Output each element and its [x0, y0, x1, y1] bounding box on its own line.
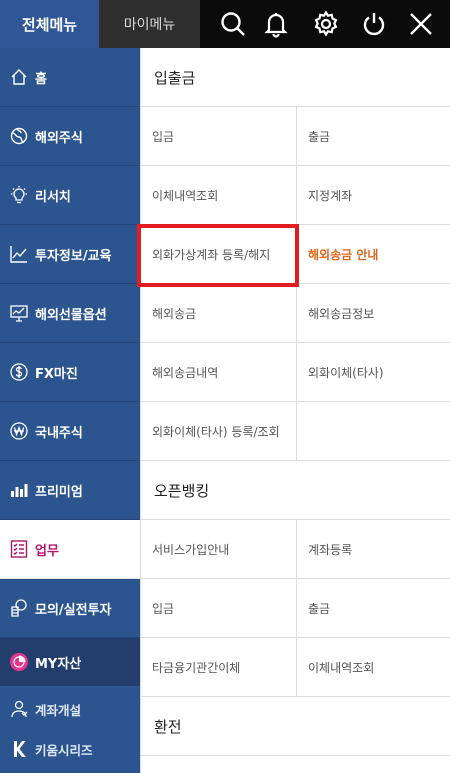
sidebar-item-home[interactable]: 홈: [0, 48, 140, 107]
menu-fx-transfer-other[interactable]: 외화이체(타사): [296, 343, 450, 402]
section-title-deposit-withdraw: 입출금: [141, 48, 450, 107]
monitor-chart-icon: [8, 302, 30, 324]
person-icon: [8, 698, 30, 720]
menu-ob-transfer-history[interactable]: 이체내역조회: [296, 638, 450, 697]
sidebar-item-mock-trading[interactable]: 모의/실전투자: [0, 579, 140, 638]
menu-fx-transfer-other-register[interactable]: 외화이체(타사) 등록/조회: [141, 402, 296, 461]
menu-overseas-remit-guide[interactable]: 해외송금 안내: [296, 225, 450, 284]
won-icon: [8, 420, 30, 442]
sidebar-item-premium[interactable]: 프리미엄: [0, 461, 140, 520]
top-bar: 전체메뉴 마이메뉴: [0, 0, 450, 48]
close-icon[interactable]: [403, 6, 439, 42]
sidebar-item-label: MY자산: [35, 656, 82, 672]
menu-fx-virtual-account[interactable]: 외화가상계좌 등록/해지: [141, 225, 296, 284]
section-title-exchange: 환전: [141, 697, 450, 756]
menu-transfer-history[interactable]: 이체내역조회: [141, 166, 296, 225]
menu-deposit[interactable]: 입금: [141, 107, 296, 166]
sidebar-item-my-assets[interactable]: MY자산: [0, 638, 140, 686]
sidebar: 홈 해외주식 리서치 투자정보/교육 해외선물옵션 FX마진 국내주식 프리미엄…: [0, 48, 140, 773]
sidebar-item-label: 업무: [35, 543, 59, 559]
menu-empty-cell: [296, 402, 450, 461]
menu-service-signup-guide[interactable]: 서비스가입안내: [141, 520, 296, 579]
menu-overseas-remit[interactable]: 해외송금: [141, 284, 296, 343]
bar-chart-icon: [8, 479, 30, 501]
sidebar-item-label: 해외선물옵션: [35, 307, 107, 323]
gear-icon[interactable]: [308, 6, 344, 42]
sidebar-item-label: FX마진: [35, 366, 78, 382]
tab-my-menu[interactable]: 마이메뉴: [99, 0, 200, 48]
pie-icon: [8, 651, 30, 673]
menu-overseas-remit-info[interactable]: 해외송금정보: [296, 284, 450, 343]
menu-designated-account[interactable]: 지정계좌: [296, 166, 450, 225]
sidebar-item-overseas-stock[interactable]: 해외주식: [0, 107, 140, 166]
sidebar-item-research[interactable]: 리서치: [0, 166, 140, 225]
sidebar-item-label: 키움시리즈: [35, 742, 93, 758]
menu-ob-deposit[interactable]: 입금: [141, 579, 296, 638]
sidebar-item-kiwoom-series[interactable]: 키움시리즈: [0, 730, 140, 768]
search-icon[interactable]: [215, 6, 251, 42]
menu-ob-withdraw[interactable]: 출금: [296, 579, 450, 638]
sidebar-item-label: 리서치: [35, 189, 71, 205]
bulb-icon: [8, 184, 30, 206]
sidebar-item-open-account[interactable]: 계좌개설: [0, 690, 140, 728]
sidebar-item-label: 모의/실전투자: [35, 602, 112, 618]
tab-all-menu[interactable]: 전체메뉴: [0, 0, 99, 48]
k-icon: [8, 738, 30, 760]
sidebar-item-domestic-stock[interactable]: 국내주식: [0, 402, 140, 461]
sidebar-item-business[interactable]: 업무: [0, 520, 140, 579]
sidebar-item-fx-margin[interactable]: FX마진: [0, 343, 140, 402]
sidebar-item-label: 프리미엄: [35, 484, 83, 500]
line-chart-icon: [8, 243, 30, 265]
menu-account-register[interactable]: 계좌등록: [296, 520, 450, 579]
section-title-open-banking: 오픈뱅킹: [141, 461, 450, 520]
sidebar-item-overseas-futures[interactable]: 해외선물옵션: [0, 284, 140, 343]
menu-overseas-remit-history[interactable]: 해외송금내역: [141, 343, 296, 402]
checklist-icon: [8, 538, 30, 560]
sidebar-item-label: 투자정보/교육: [35, 248, 112, 264]
globe-icon: [8, 125, 30, 147]
dollar-icon: [8, 361, 30, 383]
menu-interbank-transfer[interactable]: 타금융기관간이체: [141, 638, 296, 697]
home-icon: [8, 66, 30, 88]
coins-icon: [8, 597, 30, 619]
sidebar-item-invest-info[interactable]: 투자정보/교육: [0, 225, 140, 284]
power-icon[interactable]: [356, 6, 392, 42]
sidebar-item-label: 홈: [35, 71, 47, 87]
sidebar-item-label: 해외주식: [35, 130, 83, 146]
sidebar-item-label: 국내주식: [35, 425, 83, 441]
menu-withdraw[interactable]: 출금: [296, 107, 450, 166]
bell-icon[interactable]: [258, 6, 294, 42]
sidebar-item-label: 계좌개설: [35, 702, 82, 718]
menu-content: 입출금 입금 출금 이체내역조회 지정계좌 외화가상계좌 등록/해지 해외송금 …: [140, 48, 450, 773]
